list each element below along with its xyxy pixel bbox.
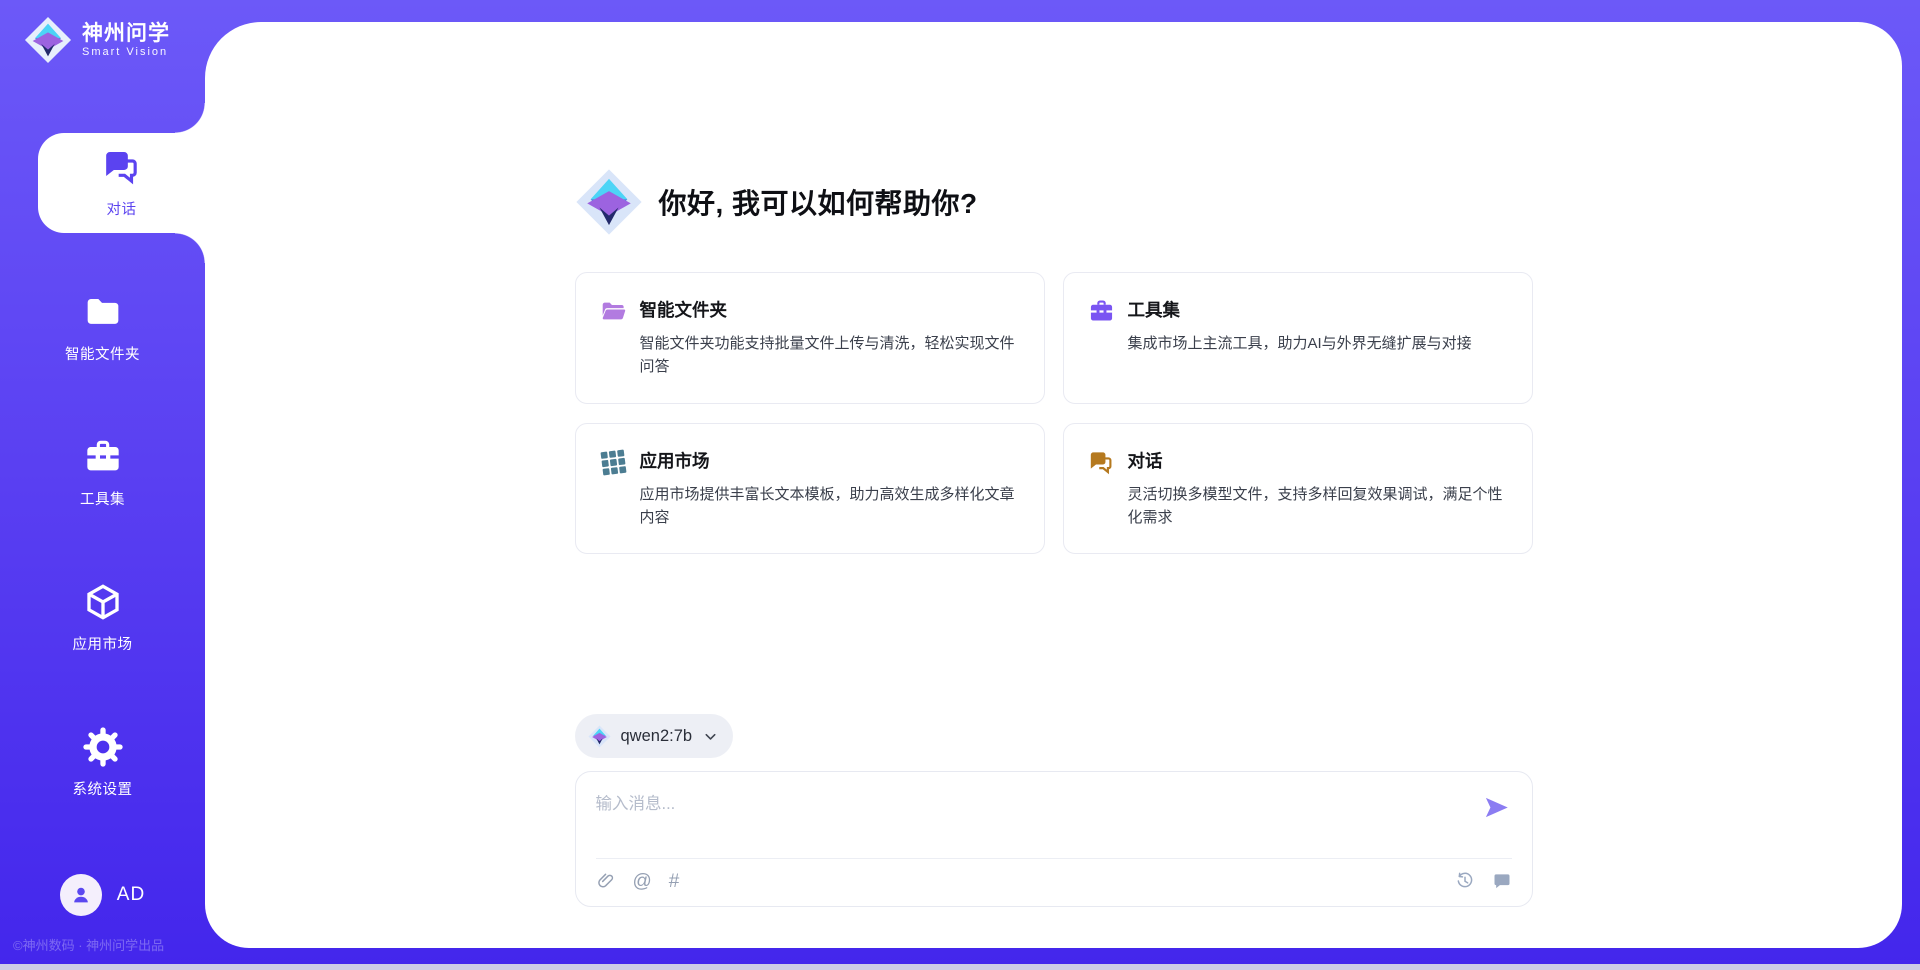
card-chat[interactable]: 对话 灵活切换多模型文件，支持多样回复效果调试，满足个性化需求 [1063, 423, 1533, 555]
chat-toggle-button[interactable] [1492, 871, 1512, 891]
card-description: 智能文件夹功能支持批量文件上传与清洗，轻松实现文件问答 [640, 332, 1020, 379]
card-smart-folder[interactable]: 智能文件夹 智能文件夹功能支持批量文件上传与清洗，轻松实现文件问答 [575, 272, 1045, 404]
sidebar-item-chat[interactable]: 对话 [38, 133, 205, 233]
brand-subtitle: Smart Vision [82, 46, 170, 58]
message-input[interactable] [576, 772, 1460, 856]
folder-icon [83, 292, 123, 332]
gear-icon [83, 727, 123, 767]
send-button[interactable] [1483, 794, 1510, 821]
scrollbar-track[interactable] [0, 964, 1920, 970]
folder-open-icon [600, 298, 627, 325]
chat-icon [1088, 449, 1115, 476]
card-description: 应用市场提供丰富长文本模板，助力高效生成多样化文章内容 [640, 483, 1020, 530]
person-icon [69, 883, 93, 907]
toolbox-icon [1088, 298, 1115, 325]
model-selector[interactable]: qwen2:7b [575, 714, 734, 758]
brand-title: 神州问学 [82, 22, 170, 46]
main-panel: 你好, 我可以如何帮助你? 智能文件夹 智能文件夹功能支持批量文件上传与清洗，轻… [205, 22, 1902, 948]
mention-button[interactable]: @ [633, 872, 652, 891]
sidebar-item-label: 工具集 [80, 488, 125, 509]
card-description: 集成市场上主流工具，助力AI与外界无缝扩展与对接 [1128, 332, 1472, 355]
sidebar-item-app-market[interactable]: 应用市场 [0, 568, 205, 668]
sidebar-item-label: 应用市场 [73, 633, 133, 654]
attach-button[interactable] [596, 871, 616, 891]
card-title: 工具集 [1128, 297, 1472, 322]
grid-icon [600, 449, 627, 476]
chat-bubble-icon [1492, 871, 1512, 891]
card-title: 智能文件夹 [640, 297, 1020, 322]
sidebar-nav: 对话 智能文件夹 工具集 应用市场 [0, 133, 205, 813]
diamond-logo-icon [24, 16, 72, 64]
sidebar-item-toolset[interactable]: 工具集 [0, 423, 205, 523]
history-icon [1455, 871, 1475, 891]
greeting: 你好, 我可以如何帮助你? [575, 168, 1533, 236]
model-name: qwen2:7b [621, 727, 693, 746]
paperclip-icon [596, 871, 616, 891]
history-button[interactable] [1455, 871, 1475, 891]
sidebar-item-smart-folder[interactable]: 智能文件夹 [0, 278, 205, 378]
toolbox-icon [83, 437, 123, 477]
card-toolset[interactable]: 工具集 集成市场上主流工具，助力AI与外界无缝扩展与对接 [1063, 272, 1533, 404]
sidebar-item-label: 智能文件夹 [65, 343, 140, 364]
card-app-market[interactable]: 应用市场 应用市场提供丰富长文本模板，助力高效生成多样化文章内容 [575, 423, 1045, 555]
sidebar-item-settings[interactable]: 系统设置 [0, 713, 205, 813]
card-title: 对话 [1128, 448, 1508, 473]
hash-button[interactable]: # [669, 872, 680, 891]
copyright: ©神州数码 · 神州问学出品 [13, 935, 164, 954]
brand: 神州问学 Smart Vision [0, 0, 205, 64]
card-description: 灵活切换多模型文件，支持多样回复效果调试，满足个性化需求 [1128, 483, 1508, 530]
user-name: AD [117, 884, 145, 906]
cube-icon [83, 582, 123, 622]
hash-icon: # [669, 872, 680, 891]
at-icon: @ [633, 872, 652, 891]
avatar [60, 874, 102, 916]
sidebar-item-label: 对话 [107, 198, 137, 219]
send-icon [1483, 794, 1510, 821]
sidebar-item-label: 系统设置 [73, 778, 133, 799]
chevron-down-icon [702, 728, 719, 745]
greeting-text: 你好, 我可以如何帮助你? [659, 182, 978, 222]
composer-toolbar: @ # [576, 856, 1532, 906]
feature-cards: 智能文件夹 智能文件夹功能支持批量文件上传与清洗，轻松实现文件问答 工具集 [575, 272, 1533, 554]
chat-icon [102, 147, 142, 187]
card-title: 应用市场 [640, 448, 1020, 473]
user-profile[interactable]: AD [0, 874, 205, 916]
sidebar: 神州问学 Smart Vision 对话 智能文件夹 [0, 0, 205, 970]
diamond-logo-icon [575, 168, 643, 236]
diamond-logo-icon [588, 725, 611, 748]
message-composer: @ # [575, 771, 1533, 907]
